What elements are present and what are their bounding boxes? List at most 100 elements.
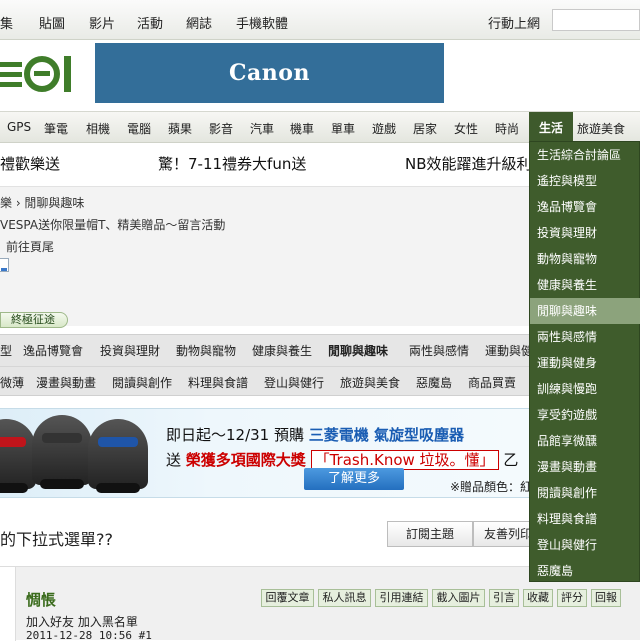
cat-computer[interactable]: 電腦 [127,120,151,137]
subnav-health[interactable]: 健康與養生 [252,342,312,359]
menu-item-fishing[interactable]: 享受釣遊戲 [530,402,640,428]
friend-links[interactable]: 加入好友 加入黑名單 [26,613,138,630]
quote-button[interactable]: 引言 [489,589,519,607]
subnav-relationship[interactable]: 兩性與感情 [409,342,469,359]
cat-bicycle[interactable]: 單車 [331,120,355,137]
subnav-pets[interactable]: 動物與寵物 [176,342,236,359]
ad-suffix: 乙 [503,451,519,469]
thread-title: 的下拉式選單?? [0,530,113,549]
top-search-input[interactable] [552,9,640,31]
menu-item-running[interactable]: 訓練與慢跑 [530,376,640,402]
subnav-market[interactable]: 商品買賣 [468,374,516,391]
subnav-expo[interactable]: 逸品博覽會 [23,342,83,359]
subnav-sports[interactable]: 運動與健 [485,342,533,359]
subnav-reading[interactable]: 閱讀與創作 [112,374,172,391]
cat-travel-food[interactable]: 旅遊美食 [577,120,625,137]
promo-bar: 禮歡樂送 驚！7-11禮券大fun送 NB效能躍進升級利 [0,145,532,181]
cat-fashion[interactable]: 時尚 [495,120,519,137]
cat-notebook[interactable]: 筆電 [44,120,68,137]
top-link-blog[interactable]: 網誌 [186,13,212,32]
cat-motorcycle[interactable]: 機車 [290,120,314,137]
game-tag-button[interactable]: 終極征途 [0,312,68,328]
cat-apple[interactable]: 蘋果 [168,120,192,137]
link-button[interactable]: 引用連結 [375,589,428,607]
promo-link-3[interactable]: NB效能躍進升級利 [405,153,532,174]
top-bar: 集 貼圖 影片 活動 網誌 手機軟體 行動上網 [0,0,640,40]
ad-gift-prefix: 送 [166,451,182,469]
menu-item-relationship[interactable]: 兩性與感情 [530,324,640,350]
cat-car[interactable]: 汽車 [250,120,274,137]
menu-item-health[interactable]: 健康與養生 [530,272,640,298]
pm-button[interactable]: 私人訊息 [318,589,371,607]
ad-book: 「Trash.Know 垃圾。懂」 [310,450,499,470]
category-nav: GPS 筆電 相機 電腦 蘋果 影音 汽車 機車 單車 遊戲 居家 女性 時尚 … [0,111,640,143]
thread-header-area: 樂 › 閒聊與趣味 VESPA送你限量帽T、精美贈品～留言活動 前往頁尾 [0,186,530,326]
cat-games[interactable]: 遊戲 [372,120,396,137]
subnav-chat-current[interactable]: 閒聊與趣味 [328,342,388,359]
menu-item-reading[interactable]: 閱讀與創作 [530,480,640,506]
ad-award: 榮獲多項國際大獎 [185,451,306,469]
canon-banner-ad[interactable]: Canon [95,43,444,103]
menu-item-life-general[interactable]: 生活綜合討論區 [530,142,640,168]
subnav-travel[interactable]: 旅遊與美食 [340,374,400,391]
banner-brand: Canon [229,60,310,86]
menu-item-comics[interactable]: 漫畫與動畫 [530,454,640,480]
go-to-bottom-link[interactable]: 前往頁尾 [6,238,54,255]
subnav-hiking[interactable]: 登山與健行 [264,374,324,391]
post-floor: #1 [138,629,152,642]
breadcrumb[interactable]: 樂 › 閒聊與趣味 [0,194,84,211]
ad-subline: 送 榮獲多項國際大獎 「Trash.Know 垃圾。懂」 乙 [166,449,518,470]
menu-item-fitness[interactable]: 運動與健身 [530,350,640,376]
post-datetime: 2011-12-28 10:56 #1 [26,629,152,642]
vacuum-image-1 [0,419,36,493]
menu-item-chat-highlighted[interactable]: 閒聊與趣味 [530,298,640,324]
post-author[interactable]: 惆悵 [26,589,56,610]
cat-home[interactable]: 居家 [413,120,437,137]
top-link-photos[interactable]: 貼圖 [39,13,65,32]
reply-button[interactable]: 回覆文章 [261,589,314,607]
menu-item-wine[interactable]: 品館享微醺 [530,428,640,454]
subnav-devil-island[interactable]: 惡魔島 [416,374,452,391]
menu-item-invest[interactable]: 投資與理財 [530,220,640,246]
share-icon[interactable] [0,258,9,272]
cat-women[interactable]: 女性 [454,120,478,137]
cat-life-selected[interactable]: 生活 [529,112,573,143]
promo-link-1[interactable]: 禮歡樂送 [0,153,60,174]
site-logo[interactable] [0,52,82,96]
rate-button[interactable]: 評分 [557,589,587,607]
subnav-recipes[interactable]: 料理與食譜 [188,374,248,391]
cat-av[interactable]: 影音 [209,120,233,137]
promo-link-2[interactable]: 驚！7-11禮券大fun送 [158,153,306,174]
top-link-forum[interactable]: 集 [0,13,13,32]
cat-gps[interactable]: GPS [7,120,31,134]
subnav-model[interactable]: 型 [0,342,12,359]
menu-item-expo[interactable]: 逸品博覽會 [530,194,640,220]
ad-headline: 即日起～12/31 預購 三菱電機 氣旋型吸塵器 [166,424,464,445]
vacuum-image-2 [32,415,92,489]
top-link-mobile-apps[interactable]: 手機軟體 [236,13,288,32]
vacuum-image-3 [88,419,148,493]
subnav-comics[interactable]: 漫畫與動畫 [36,374,96,391]
ad-date-text: 即日起～12/31 預購 [166,426,304,444]
image-button[interactable]: 截入圖片 [432,589,485,607]
top-link-events[interactable]: 活動 [137,13,163,32]
report-button[interactable]: 回報 [591,589,621,607]
menu-item-devil-island[interactable]: 惡魔島 [530,558,640,584]
menu-item-pets[interactable]: 動物與寵物 [530,246,640,272]
cat-camera[interactable]: 相機 [86,120,110,137]
menu-item-hiking[interactable]: 登山與健行 [530,532,640,558]
top-link-videos[interactable]: 影片 [89,13,115,32]
subnav-invest[interactable]: 投資與理財 [100,342,160,359]
subscribe-button[interactable]: 訂閱主題 [387,521,473,547]
menu-item-recipes[interactable]: 料理與食譜 [530,506,640,532]
vacuum-ad-banner[interactable]: 即日起～12/31 預購 三菱電機 氣旋型吸塵器 送 榮獲多項國際大獎 「Tra… [0,408,530,498]
subnav-weibo[interactable]: 微薄 [0,374,24,391]
ad-learn-more-button[interactable]: 了解更多 [304,468,404,490]
avatar[interactable] [0,567,16,641]
life-dropdown-menu: 生活綜合討論區 遙控與模型 逸品博覽會 投資與理財 動物與寵物 健康與養生 閒聊… [529,141,640,582]
top-link-mobile-web[interactable]: 行動上網 [488,13,540,32]
announcement-link[interactable]: VESPA送你限量帽T、精美贈品～留言活動 [0,216,225,233]
menu-item-rc-models[interactable]: 遙控與模型 [530,168,640,194]
favorite-button[interactable]: 收藏 [523,589,553,607]
forum-sub-nav: 型 逸品博覽會 投資與理財 動物與寵物 健康與養生 閒聊與趣味 兩性與感情 運動… [0,334,533,396]
